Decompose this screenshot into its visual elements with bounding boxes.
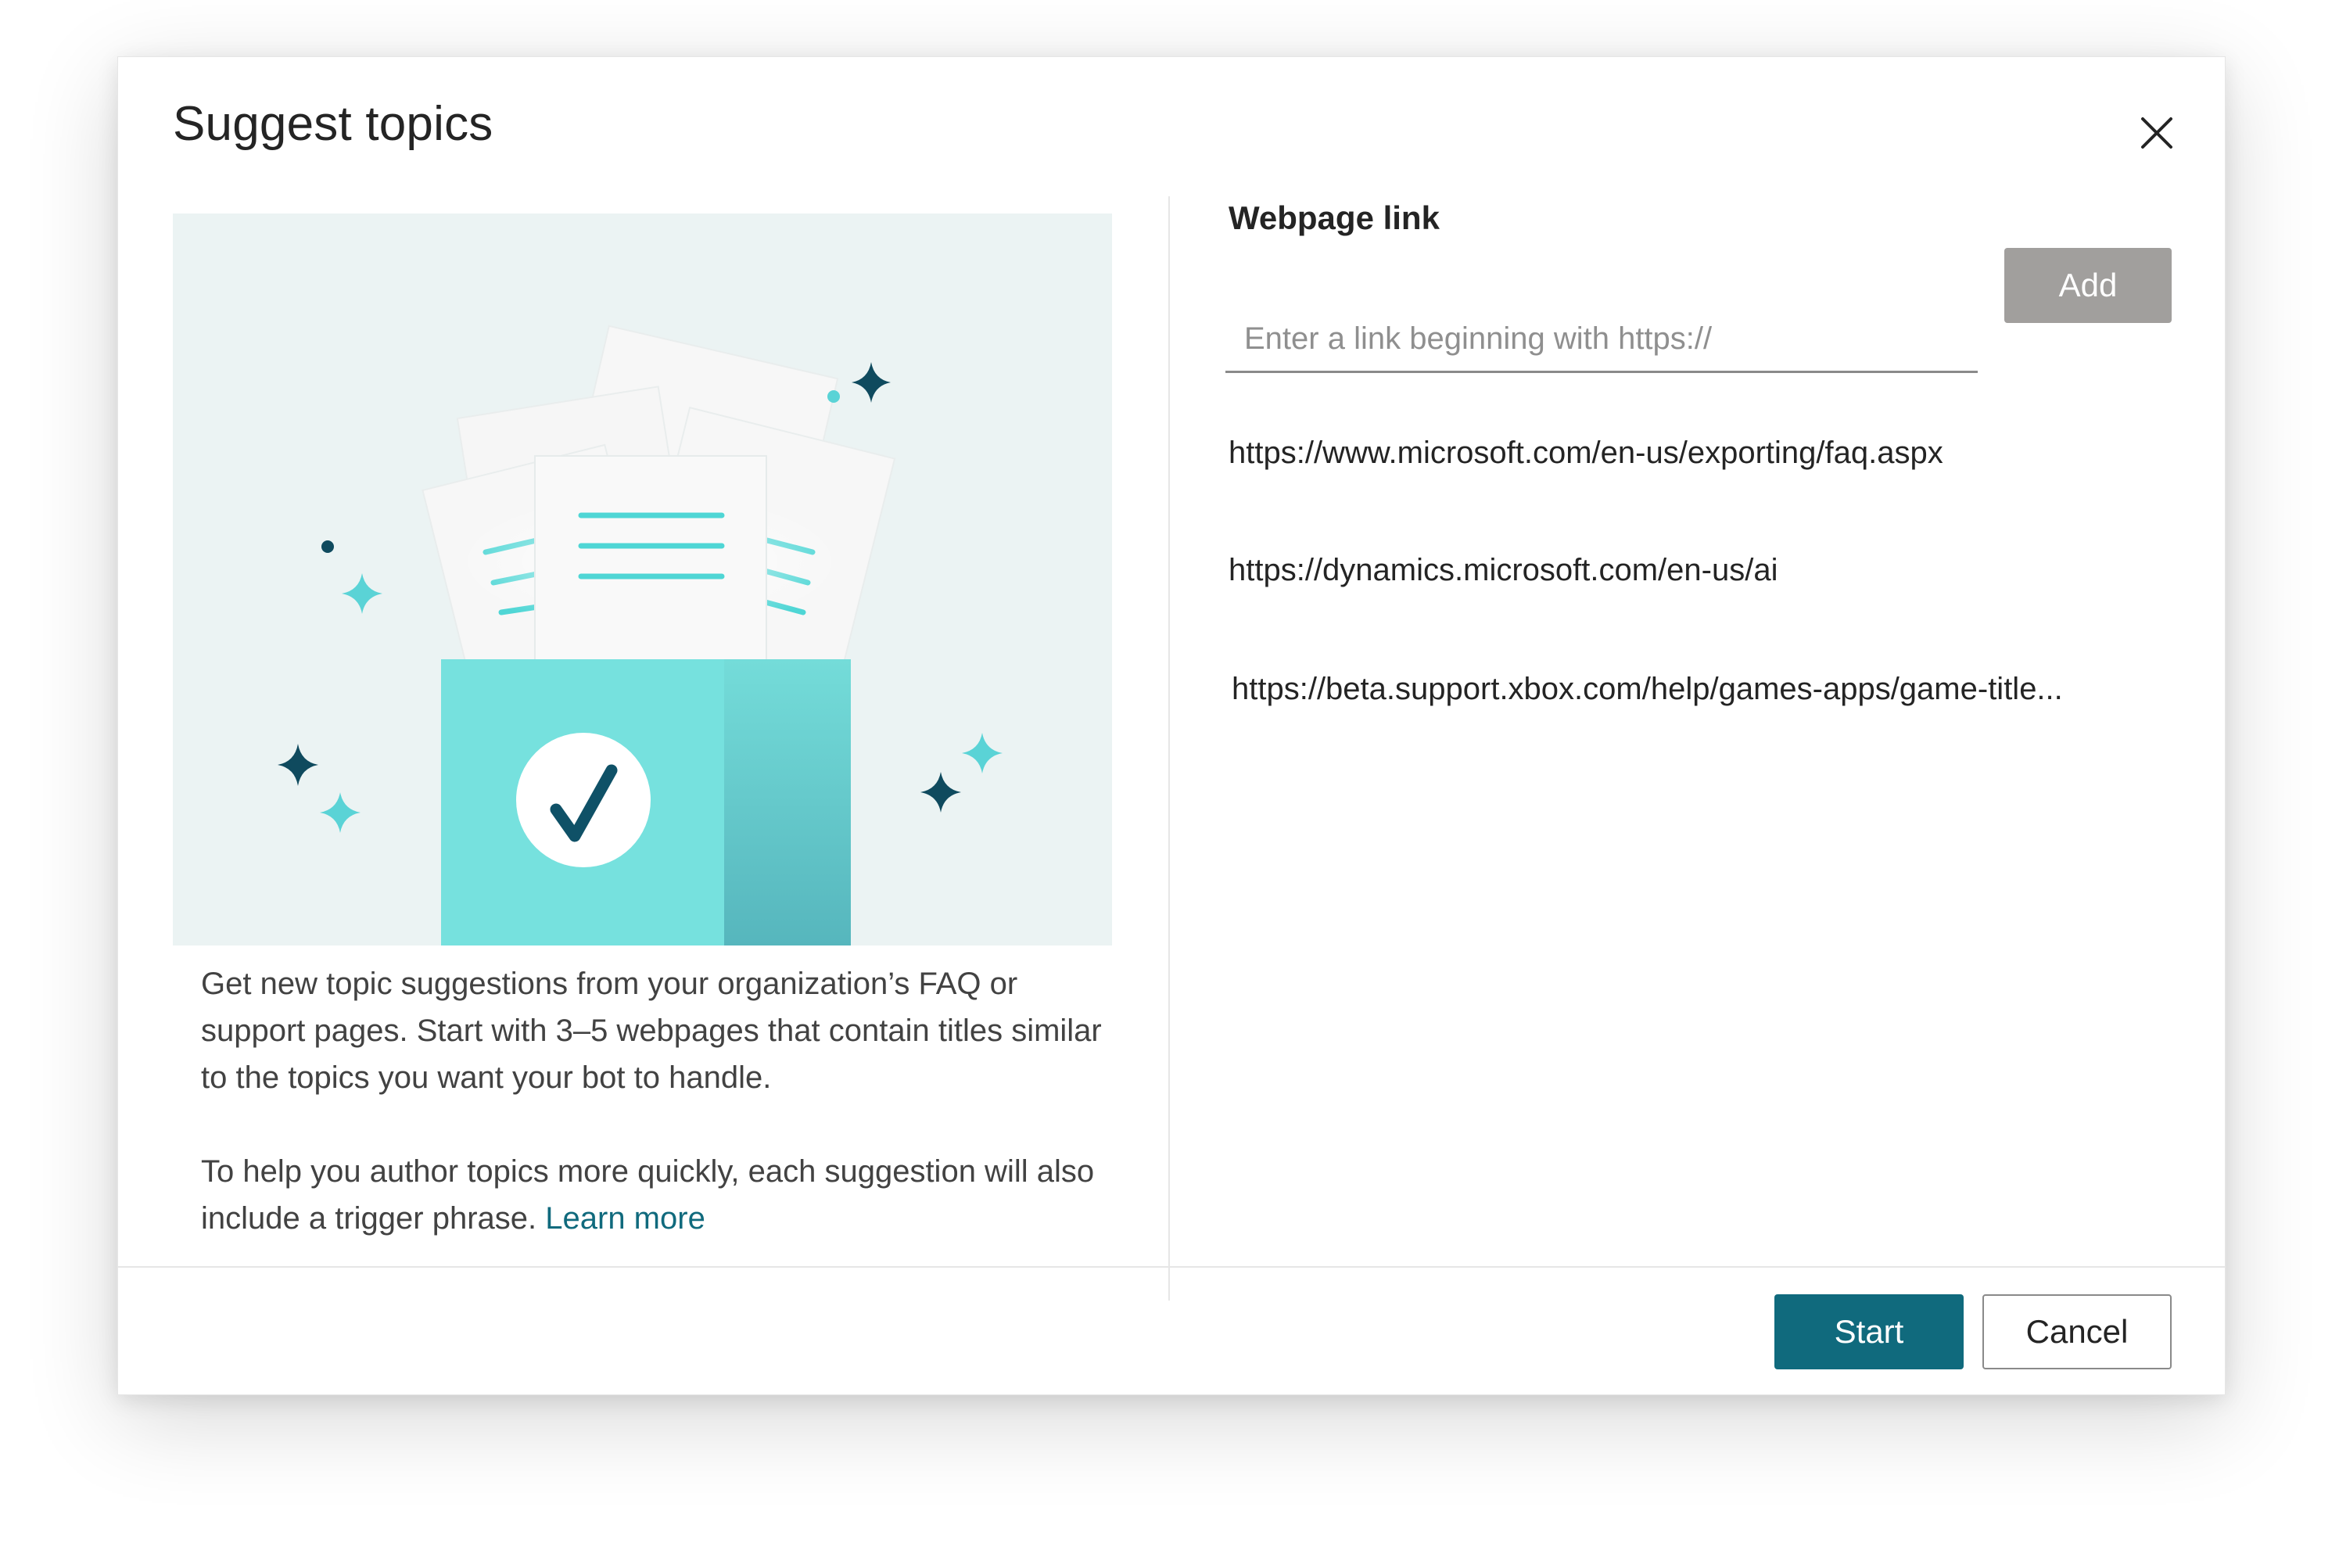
description: Get new topic suggestions from your orga… xyxy=(201,960,1108,1242)
close-button[interactable] xyxy=(2128,104,2186,162)
cancel-button[interactable]: Cancel xyxy=(1982,1294,2172,1369)
learn-more-link[interactable]: Learn more xyxy=(545,1201,705,1236)
start-button[interactable]: Start xyxy=(1774,1294,1964,1369)
documents-checkmark-illustration xyxy=(173,213,1112,945)
description-paragraph: Get new topic suggestions from your orga… xyxy=(201,967,1102,1095)
link-item: https://beta.support.xbox.com/help/games… xyxy=(1232,672,2063,706)
footer-divider xyxy=(118,1266,2225,1268)
vertical-divider xyxy=(1168,196,1170,1301)
webpage-link-input[interactable] xyxy=(1225,307,1978,373)
link-item: https://www.microsoft.com/en-us/exportin… xyxy=(1229,436,1943,470)
add-button[interactable]: Add xyxy=(2004,248,2172,323)
close-icon xyxy=(2128,104,2186,162)
dialog-title: Suggest topics xyxy=(173,97,493,151)
description-paragraph-trigger: To help you author topics more quickly, … xyxy=(201,1148,1108,1242)
suggest-topics-dialog: Suggest topics Get new topic suggestions… xyxy=(117,56,2226,1395)
webpage-link-label: Webpage link xyxy=(1229,199,1440,236)
link-item: https://dynamics.microsoft.com/en-us/ai xyxy=(1229,553,1778,587)
